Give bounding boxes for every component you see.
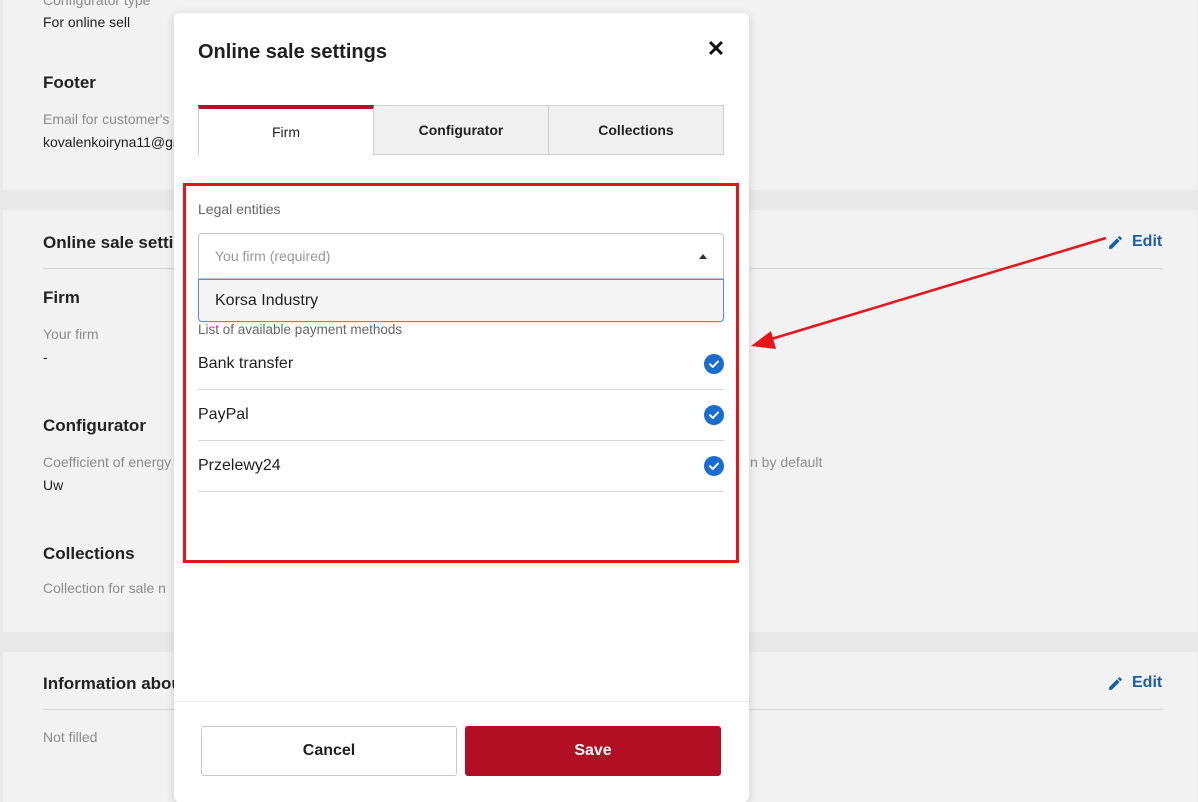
- information-edit-button[interactable]: Edit: [1107, 674, 1162, 692]
- online-sale-edit-button[interactable]: Edit: [1107, 233, 1162, 251]
- firm-dropdown-list: Korsa Industry: [198, 279, 724, 322]
- your-firm-value: -: [43, 349, 48, 365]
- firm-select[interactable]: You firm (required): [198, 233, 724, 279]
- your-firm-label: Your firm: [43, 326, 99, 342]
- footer-email-label: Email for customer's: [43, 111, 170, 127]
- firm-heading: Firm: [43, 288, 80, 307]
- payment-methods-label: List of available payment methods: [198, 322, 403, 337]
- payment-method-row[interactable]: Przelewy24: [198, 441, 724, 492]
- pencil-icon: [1109, 676, 1122, 690]
- caret-up-icon: [699, 254, 707, 259]
- checked-icon[interactable]: [704, 405, 724, 425]
- payment-method-label: Bank transfer: [198, 355, 294, 372]
- tab-firm[interactable]: Firm: [198, 105, 374, 155]
- footer-heading: Footer: [43, 73, 96, 92]
- configurator-type-label: Configurator type: [43, 0, 151, 8]
- checked-icon[interactable]: [704, 354, 724, 374]
- configurator-type-value: For online sell: [43, 14, 131, 30]
- online-sale-heading: Online sale settir: [43, 233, 180, 252]
- payment-method-label: Przelewy24: [198, 457, 281, 474]
- by-default-text: n by default: [750, 454, 823, 470]
- payment-method-row[interactable]: PayPal: [198, 390, 724, 441]
- modal-title: Online sale settings: [198, 41, 387, 63]
- footer-email-value: kovalenkoiryna11@gr: [43, 134, 178, 150]
- tab-configurator[interactable]: Configurator: [374, 105, 549, 155]
- close-icon[interactable]: ✕: [706, 38, 726, 60]
- checked-icon[interactable]: [704, 456, 724, 476]
- coefficient-value: Uw: [43, 477, 64, 493]
- edit-label: Edit: [1132, 233, 1163, 250]
- payment-method-label: PayPal: [198, 406, 249, 423]
- information-heading: Information abou: [43, 674, 182, 693]
- online-sale-settings-modal: Online sale settings ✕ Firm Configurator…: [174, 13, 749, 802]
- modal-footer-divider: [174, 701, 749, 702]
- configurator-heading: Configurator: [43, 416, 146, 435]
- coefficient-label: Coefficient of energy: [43, 454, 172, 470]
- tab-bar: Firm Configurator Collections: [198, 105, 724, 155]
- collection-label: Collection for sale n: [43, 580, 166, 596]
- collections-heading: Collections: [43, 544, 135, 563]
- pencil-icon: [1109, 235, 1122, 249]
- payment-method-row[interactable]: Bank transfer: [198, 339, 724, 390]
- save-button[interactable]: Save: [465, 726, 721, 776]
- dropdown-option[interactable]: Korsa Industry: [215, 292, 318, 310]
- cancel-button[interactable]: Cancel: [201, 726, 457, 776]
- tab-collections[interactable]: Collections: [549, 105, 724, 155]
- edit-label: Edit: [1132, 674, 1163, 691]
- select-placeholder: You firm (required): [215, 248, 331, 264]
- information-value: Not filled: [43, 729, 98, 745]
- legal-entities-label: Legal entities: [198, 201, 281, 217]
